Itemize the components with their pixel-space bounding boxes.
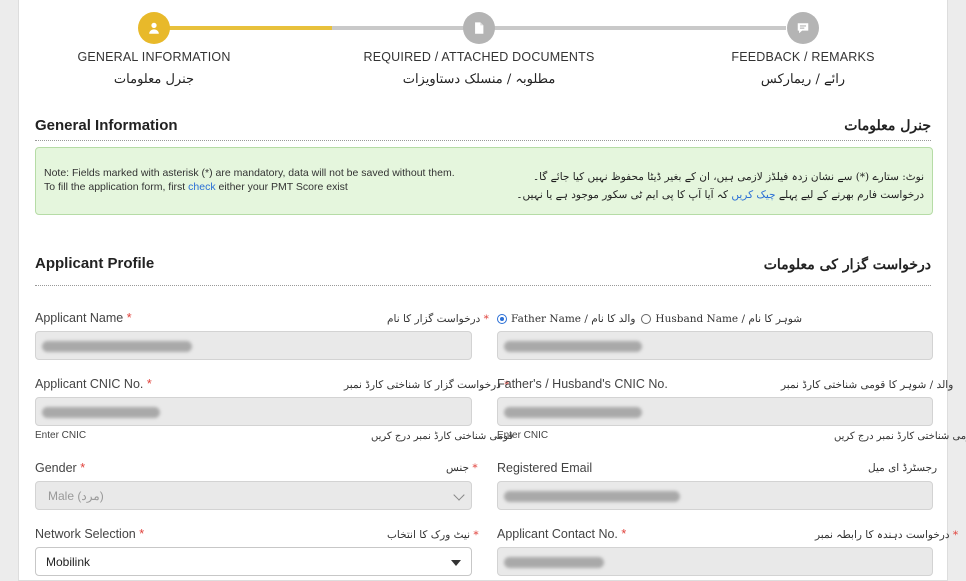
stepper-track-complete [169,26,332,30]
check-pmt-link[interactable]: check [188,181,215,193]
gender-label-urdu: * جنس [446,462,478,474]
network-label-urdu: * نیٹ ورک کا انتخاب [387,529,479,541]
applicant-name-label: Applicant Name * [35,311,132,325]
father-cnic-label-urdu: والد / شوہر کا قومی شناختی کارڈ نمبر [781,379,954,391]
father-name-option-label[interactable]: Father Name / والد کا نام [511,313,635,325]
applicant-name-label-urdu: * درخواست گزار کا نام [387,313,489,325]
step-feedback-dot[interactable] [787,12,819,44]
father-cnic-label: Father's / Husband's CNIC No. [497,377,668,391]
step-feedback-label: FEEDBACK / REMARKS [731,50,875,64]
step-general-label-urdu: جنرل معلومات [113,72,195,87]
email-input[interactable] [497,481,933,510]
chat-icon [797,23,809,34]
chevron-down-icon [453,489,465,501]
applicant-cnic-input[interactable] [35,397,472,426]
father-name-radio[interactable] [497,314,507,324]
step-general-dot[interactable] [138,12,170,44]
caret-down-icon [451,560,461,566]
general-info-title-urdu: جنرل معلومات [844,118,931,134]
network-select[interactable]: Mobilink [35,547,472,576]
application-form-card: GENERAL INFORMATION جنرل معلومات REQUIRE… [18,0,966,581]
network-selected-value: Mobilink [46,555,91,569]
step-documents-label-urdu: مطلوبہ / منسلک دستاویزات [402,72,556,87]
applicant-profile-title-urdu: درخواست گزار کی معلومات [763,257,931,273]
check-pmt-link-urdu[interactable]: چیک کریں [731,189,775,201]
general-info-title: General Information [35,117,178,134]
father-cnic-hint: Enter CNIC [497,430,549,441]
network-label: Network Selection * [35,527,145,541]
email-label: Registered Email [497,461,593,475]
contact-label: Applicant Contact No. * [497,527,627,541]
applicant-cnic-label-urdu: * درخواست گزار کا شناختی کارڈ نمبر [344,379,510,391]
father-cnic-input[interactable] [497,397,933,426]
applicant-cnic-hint: Enter CNIC [35,430,87,441]
applicant-cnic-hint-urdu: قومی شناختی کارڈ نمبر درج کریں [371,431,514,442]
section-divider [35,285,931,286]
contact-label-urdu: * درخواست دہندہ کا رابطہ نمبر [815,529,959,541]
email-label-urdu: رجسٹرڈ ای میل [868,462,938,474]
stepper-track-pending [332,26,786,30]
husband-name-radio[interactable] [641,314,652,324]
applicant-profile-title: Applicant Profile [35,255,155,272]
husband-name-option-label[interactable]: Husband Name / شوہر کا نام [655,313,802,325]
gender-select[interactable]: Male (مرد) [35,481,472,510]
step-documents-label: REQUIRED / ATTACHED DOCUMENTS [363,50,595,64]
father-husband-name-input[interactable] [497,331,933,360]
note-text-english: Note: Fields marked with asterisk (*) ar… [44,167,455,193]
mandatory-fields-note: Note: Fields marked with asterisk (*) ar… [35,147,933,215]
father-cnic-hint-urdu: قومی شناختی کارڈ نمبر درج کریں [834,431,966,442]
applicant-name-input[interactable] [35,331,472,360]
section-divider [35,140,931,141]
document-icon [475,22,484,34]
step-feedback-label-urdu: رائے / ریمارکس [760,72,846,87]
note-text-urdu: نوٹ: ستارے (*) سے نشان زدہ فیلڈز لازمی ہ… [516,171,924,201]
contact-input[interactable] [497,547,933,576]
relation-radio-group: Father Name / والد کا نام Husband Name /… [497,313,808,325]
gender-label: Gender * [35,461,86,475]
applicant-cnic-label: Applicant CNIC No. * [35,377,152,391]
step-general-label: GENERAL INFORMATION [77,50,231,64]
gender-selected-value: Male (مرد) [48,489,104,503]
step-documents-dot[interactable] [463,12,495,44]
user-icon [149,22,159,34]
